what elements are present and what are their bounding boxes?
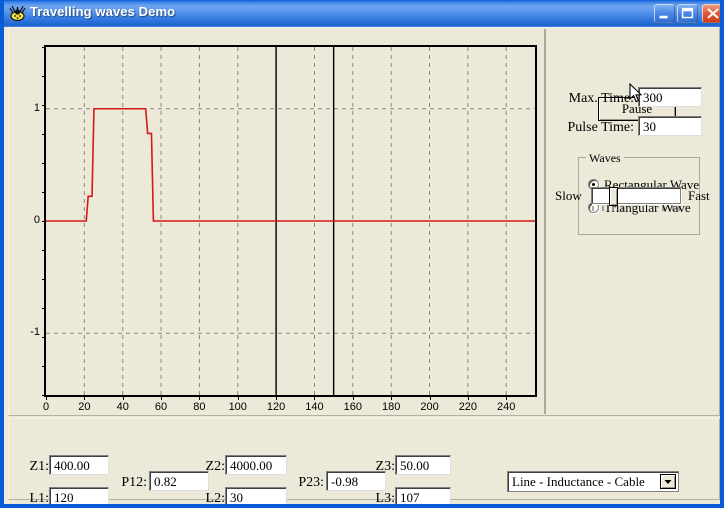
- x-tick-label: 0: [42, 401, 50, 413]
- x-tick-mark: [467, 396, 469, 400]
- y-tick-label: 1: [33, 101, 40, 114]
- client-area: 0 20 40 60 80 100 120 140 160 180 200 220 240 -1 0 1 P…: [8, 27, 720, 504]
- z1-label: Z1:: [29, 459, 49, 474]
- y-tick-mark: [42, 250, 46, 251]
- y-tick-mark: [42, 76, 46, 77]
- upper-panel: 0 20 40 60 80 100 120 140 160 180 200 220 240 -1 0 1 P…: [8, 27, 720, 416]
- y-tick-label: 0: [33, 214, 40, 226]
- x-tick-label: 220: [458, 401, 478, 413]
- x-tick-mark: [506, 396, 508, 400]
- chevron-down-icon[interactable]: [660, 474, 676, 489]
- x-tick-label: 20: [78, 401, 91, 413]
- p12-input[interactable]: 0.82: [149, 471, 209, 491]
- z3-label: Z3:: [375, 459, 395, 474]
- desktop-taskbar-strip: [0, 504, 724, 508]
- max-time-input[interactable]: 300: [638, 87, 702, 107]
- window-title: Travelling waves Demo: [30, 4, 176, 19]
- pulse-time-input[interactable]: 30: [638, 116, 702, 136]
- slider-fast-label: Fast: [688, 188, 710, 203]
- x-tick-label: 140: [305, 401, 324, 413]
- x-tick-label: 200: [420, 401, 439, 413]
- speed-slider-ticks: [592, 206, 680, 211]
- x-tick-mark: [237, 396, 239, 400]
- x-tick-label: 100: [228, 401, 247, 413]
- z1-input[interactable]: 400.00: [49, 455, 109, 475]
- waves-groupbox-label: Waves: [586, 151, 624, 166]
- x-tick-mark: [84, 396, 86, 400]
- x-tick-label: 60: [154, 401, 168, 413]
- minimize-button[interactable]: [654, 4, 675, 23]
- x-tick-mark: [122, 396, 124, 400]
- x-tick-label: 80: [193, 401, 206, 413]
- configuration-dropdown[interactable]: Line - Inductance - Cable: [507, 471, 679, 492]
- x-tick-mark: [429, 396, 431, 400]
- z2-label: Z2:: [205, 459, 225, 474]
- parameters-panel: Z1: 400.00 L1: 120 P12: 0.82 Z2: 4000.00…: [8, 418, 720, 504]
- speed-slider-thumb[interactable]: [609, 187, 618, 206]
- y-tick-mark: [42, 105, 46, 106]
- max-time-label: Max. Time:: [568, 91, 634, 106]
- x-tick-label: 120: [266, 401, 286, 413]
- p23-label: P23:: [298, 475, 324, 490]
- y-tick-mark: [42, 134, 46, 135]
- application-window: Travelling waves Demo 0 20 40 60 80 100: [0, 0, 724, 508]
- x-tick-mark: [391, 396, 393, 400]
- y-tick-mark: [42, 163, 46, 164]
- y-tick-mark: [42, 279, 46, 280]
- y-tick-mark: [42, 366, 46, 367]
- y-tick-mark: [42, 47, 46, 48]
- p12-label: P12:: [121, 475, 147, 490]
- configuration-dropdown-value: Line - Inductance - Cable: [512, 474, 645, 489]
- plot-canvas: [46, 47, 535, 395]
- x-tick-label: 180: [381, 401, 401, 413]
- x-tick-label: 240: [497, 401, 516, 413]
- speed-slider[interactable]: [591, 187, 681, 206]
- waveform-plot: [44, 45, 537, 397]
- x-tick-mark: [276, 396, 278, 400]
- slider-slow-label: Slow: [555, 188, 582, 203]
- x-tick-mark: [46, 396, 47, 400]
- maximize-button[interactable]: [677, 4, 698, 23]
- y-tick-mark: [42, 337, 46, 338]
- x-tick-mark: [352, 396, 354, 400]
- chart-panel: 0 20 40 60 80 100 120 140 160 180 200 220 240 -1 0 1: [10, 29, 546, 414]
- title-bar[interactable]: Travelling waves Demo: [4, 0, 720, 27]
- y-tick-mark: [42, 308, 46, 309]
- y-tick-label: -1: [30, 326, 40, 339]
- z3-input[interactable]: 50.00: [395, 455, 451, 475]
- pulse-time-label: Pulse Time:: [567, 120, 634, 135]
- close-button[interactable]: [702, 4, 720, 23]
- x-tick-mark: [314, 396, 316, 400]
- z2-input[interactable]: 4000.00: [225, 455, 287, 475]
- x-tick-mark: [199, 396, 201, 400]
- x-tick-label: 40: [116, 401, 129, 413]
- y-tick-mark: [42, 221, 46, 222]
- x-tick-mark: [161, 396, 163, 400]
- y-tick-mark: [42, 192, 46, 193]
- y-tick-mark: [42, 395, 46, 396]
- wave-bug-icon: [9, 5, 26, 22]
- controls-column: Pause Max. Time: 300 Pulse Time: 30 Wave…: [548, 29, 720, 414]
- x-tick-label: 160: [343, 401, 362, 413]
